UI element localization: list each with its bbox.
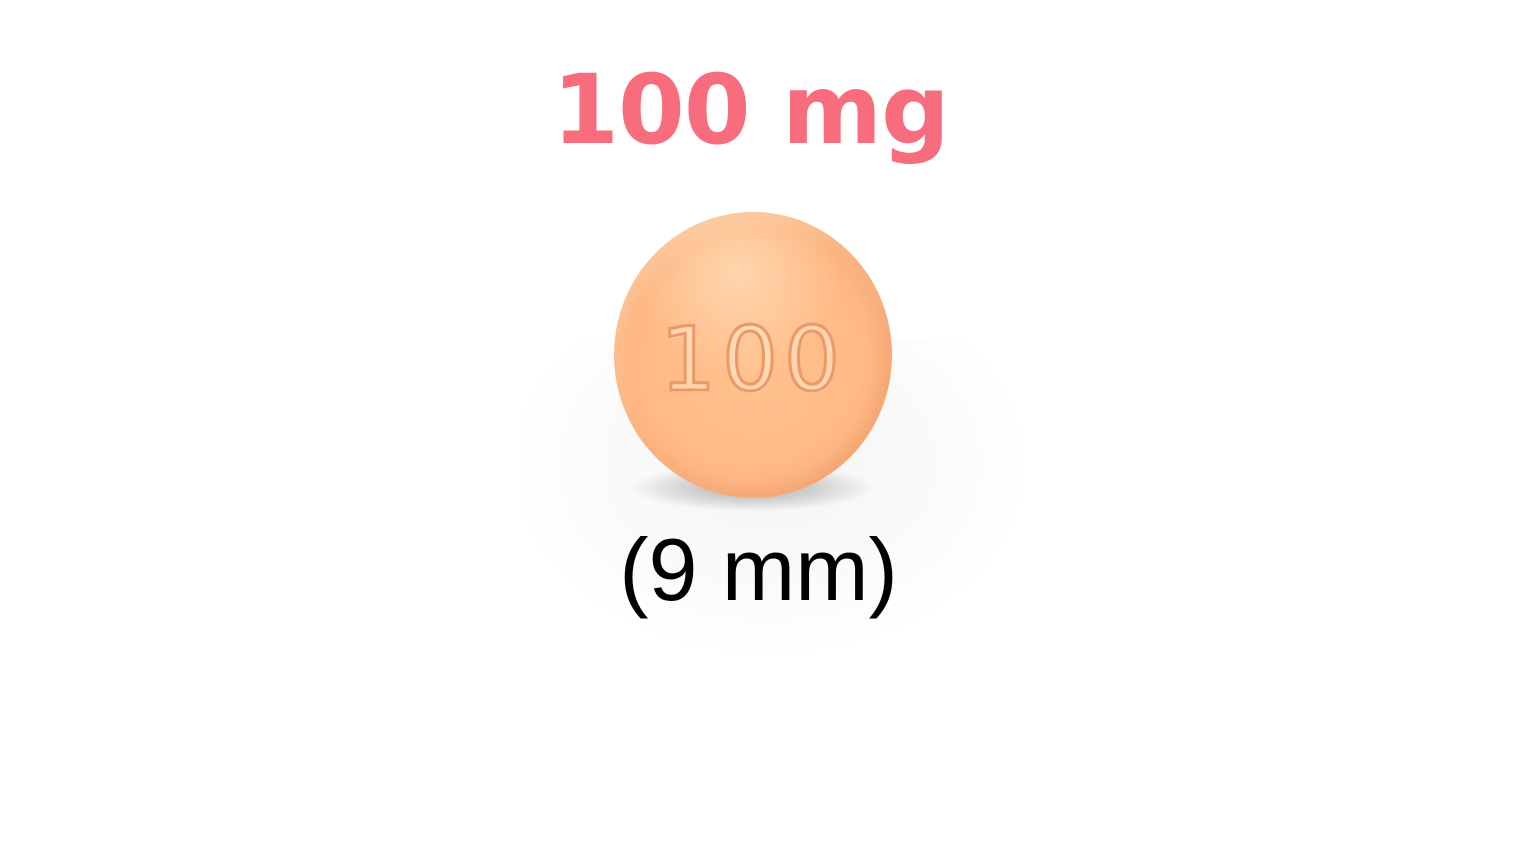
dosage-strength-label: 100 mg bbox=[552, 54, 950, 166]
pill-imprint: 100 bbox=[659, 308, 846, 411]
pill-display: 100 mg 100 (9 mm) bbox=[0, 0, 1525, 858]
pill-tablet-image: 100 bbox=[614, 212, 892, 498]
pill-size-label: (9 mm) bbox=[619, 520, 898, 619]
